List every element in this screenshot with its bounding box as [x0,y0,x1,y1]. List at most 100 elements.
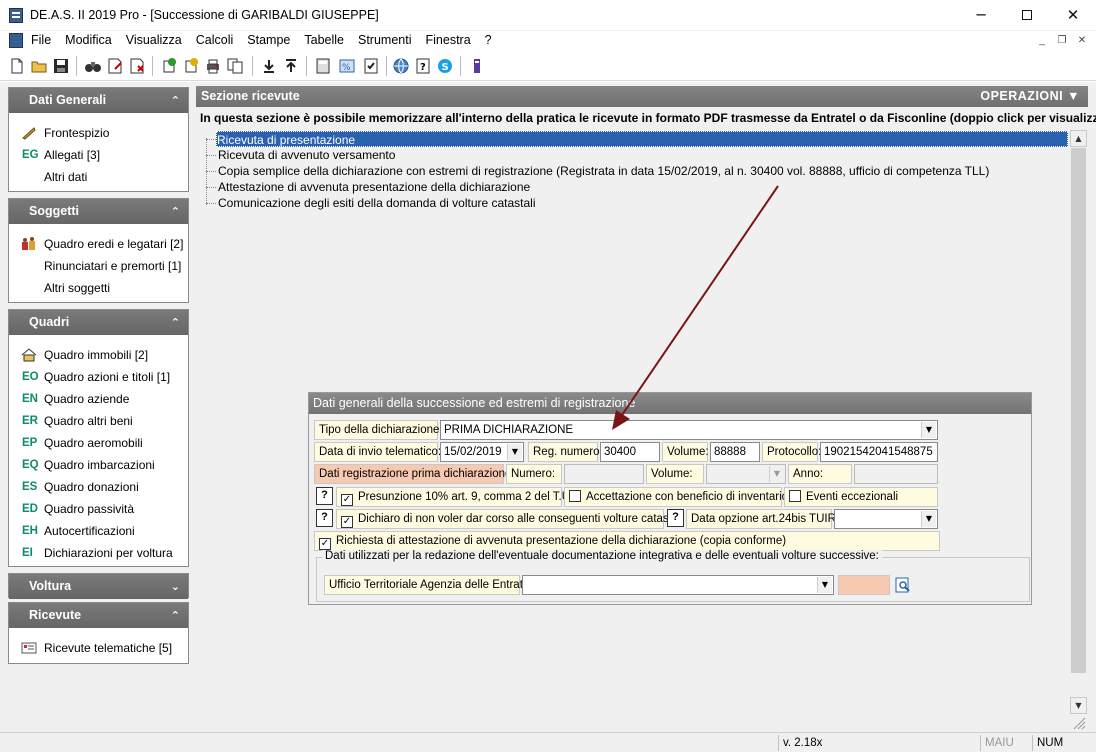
tipo-select[interactable]: PRIMA DICHIARAZIONE ▼ [440,420,938,440]
new-file-icon[interactable] [8,57,26,75]
checkbox-checked[interactable]: ✓ [341,494,353,506]
help-icon[interactable]: ? [414,57,432,75]
vertical-scrollbar[interactable]: ▲ ▼ [1070,130,1087,714]
ufficio-select[interactable]: ▼ [522,575,834,595]
dichiaro-checkbox[interactable]: ✓ Dichiaro di non voler dar corso alle co… [336,509,683,529]
data-opzione-select[interactable]: ▼ [834,509,938,529]
sidebar-item-altri-dati[interactable]: Altri dati [9,166,188,188]
receipt-item[interactable]: Comunicazione degli esiti della domanda … [218,195,536,211]
export-icon[interactable] [282,57,300,75]
menu-item-stampe[interactable]: Stampe [247,33,290,47]
help-icon[interactable]: ? [667,509,684,527]
menu-item-strumenti[interactable]: Strumenti [358,33,412,47]
menu-item-file[interactable]: File [31,33,51,47]
chevron-down-icon[interactable]: ▼ [921,422,936,438]
mdi-minimize-button[interactable]: _ [1034,34,1050,48]
sidebar-item-eredi[interactable]: Quadro eredi e legatari [2] [9,233,188,255]
checklist-icon[interactable] [362,57,380,75]
mdi-close-button[interactable]: ✕ [1074,34,1090,48]
group-header[interactable]: Ricevute ⌃ [9,603,188,628]
presunzione-checkbox[interactable]: ✓ Presunzione 10% art. 9, comma 2 del T.U… [336,487,573,507]
volume2-select[interactable]: ▼ [706,464,786,484]
menu-item-calcoli[interactable]: Calcoli [196,33,234,47]
sidebar-item-dichiarazioni-voltura[interactable]: EI Dichiarazioni per voltura [9,542,188,564]
import-icon[interactable] [260,57,278,75]
receipt-item[interactable]: Copia semplice della dichiarazione con e… [218,163,989,179]
group-header[interactable]: Soggetti ⌃ [9,199,188,224]
print-icon[interactable] [204,57,222,75]
receipt-item[interactable]: Ricevuta di avvenuto versamento [218,147,395,163]
group-header[interactable]: Quadri ⌃ [9,310,188,335]
binoculars-icon[interactable] [84,57,102,75]
minimize-button[interactable]: ─ [958,0,1004,31]
sidebar-item-ricevute-telematiche[interactable]: Ricevute telematiche [5] [9,637,188,659]
copy-pages-icon[interactable] [226,57,244,75]
sidebar-item-quadro-azioni[interactable]: EO Quadro azioni e titoli [1] [9,366,188,388]
calculator-icon[interactable] [314,57,332,75]
percent-table-icon[interactable]: % [338,57,356,75]
info-icon[interactable] [468,57,486,75]
collapse-icon[interactable]: ⌃ [171,603,180,628]
checkbox-checked[interactable]: ✓ [341,516,353,528]
sidebar-item-quadro-aziende[interactable]: EN Quadro aziende [9,388,188,410]
save-icon[interactable] [52,57,70,75]
add-green-icon[interactable] [160,57,178,75]
globe-icon[interactable] [392,57,410,75]
group-header[interactable]: Voltura ⌄ [9,574,188,599]
checkbox-checked[interactable]: ✓ [319,538,331,550]
numero-input[interactable] [564,464,644,484]
richiesta-checkbox[interactable]: ✓ Richiesta di attestazione di avvenuta p… [314,531,940,551]
close-button[interactable]: ✕ [1050,0,1096,31]
protocollo-input[interactable]: 19021542041548875 [820,442,938,462]
scroll-down-button[interactable]: ▼ [1070,697,1087,714]
anno-input[interactable] [854,464,938,484]
document-icon[interactable] [9,33,23,48]
menu-item-visualizza[interactable]: Visualizza [126,33,182,47]
expand-icon[interactable]: ⌄ [171,574,180,599]
menu-item-tabelle[interactable]: Tabelle [304,33,344,47]
skype-icon[interactable]: S [436,57,454,75]
resize-grip-icon[interactable] [1072,716,1086,730]
collapse-icon[interactable]: ⌃ [171,88,180,113]
sidebar-item-allegati[interactable]: EG Allegati [3] [9,144,188,166]
group-header[interactable]: Dati Generali ⌃ [9,88,188,113]
sidebar-item-altri-soggetti[interactable]: Altri soggetti [9,277,188,299]
collapse-icon[interactable]: ⌃ [171,199,180,224]
sidebar-item-quadro-donazioni[interactable]: ES Quadro donazioni [9,476,188,498]
receipt-item[interactable]: Ricevuta di presentazione [216,131,1068,147]
scroll-up-button[interactable]: ▲ [1070,130,1087,147]
menu-item-finestra[interactable]: Finestra [426,33,471,47]
sidebar-item-autocertificazioni[interactable]: EH Autocertificazioni [9,520,188,542]
menu-item-help[interactable]: ? [485,33,492,47]
chevron-down-icon[interactable]: ▼ [507,444,522,460]
data-invio-input[interactable]: 15/02/2019 ▼ [440,442,524,462]
sidebar-item-quadro-altri-beni[interactable]: ER Quadro altri beni [9,410,188,432]
document-delete-icon[interactable] [128,57,146,75]
scroll-thumb[interactable] [1071,148,1086,673]
volume-input[interactable]: 88888 [710,442,760,462]
sidebar-item-quadro-passivita[interactable]: ED Quadro passività [9,498,188,520]
document-edit-icon[interactable] [106,57,124,75]
add-yellow-icon[interactable] [182,57,200,75]
sidebar-item-rinunciatari[interactable]: Rinunciatari e premorti [1] [9,255,188,277]
checkbox-unchecked[interactable] [789,490,801,502]
ufficio-code-field[interactable] [838,575,890,595]
sidebar-item-quadro-aeromobili[interactable]: EP Quadro aeromobili [9,432,188,454]
chevron-down-icon[interactable]: ▼ [921,511,936,527]
help-icon[interactable]: ? [316,509,333,527]
maximize-button[interactable] [1004,0,1050,31]
search-document-icon[interactable] [894,576,912,594]
eventi-checkbox[interactable]: Eventi eccezionali [784,487,938,507]
accettazione-checkbox[interactable]: Accettazione con beneficio di inventario [564,487,788,507]
chevron-down-icon[interactable]: ▼ [817,577,832,593]
open-folder-icon[interactable] [30,57,48,75]
menu-item-modifica[interactable]: Modifica [65,33,112,47]
sidebar-item-quadro-immobili[interactable]: Quadro immobili [2] [9,344,188,366]
operations-menu[interactable]: OPERAZIONI ▼ [980,86,1080,107]
collapse-icon[interactable]: ⌃ [171,310,180,335]
receipt-item[interactable]: Attestazione di avvenuta presentazione d… [218,179,530,195]
checkbox-unchecked[interactable] [569,490,581,502]
reg-numero-input[interactable]: 30400 [600,442,660,462]
sidebar-item-frontespizio[interactable]: Frontespizio [9,122,188,144]
chevron-down-icon[interactable]: ▼ [769,466,784,482]
